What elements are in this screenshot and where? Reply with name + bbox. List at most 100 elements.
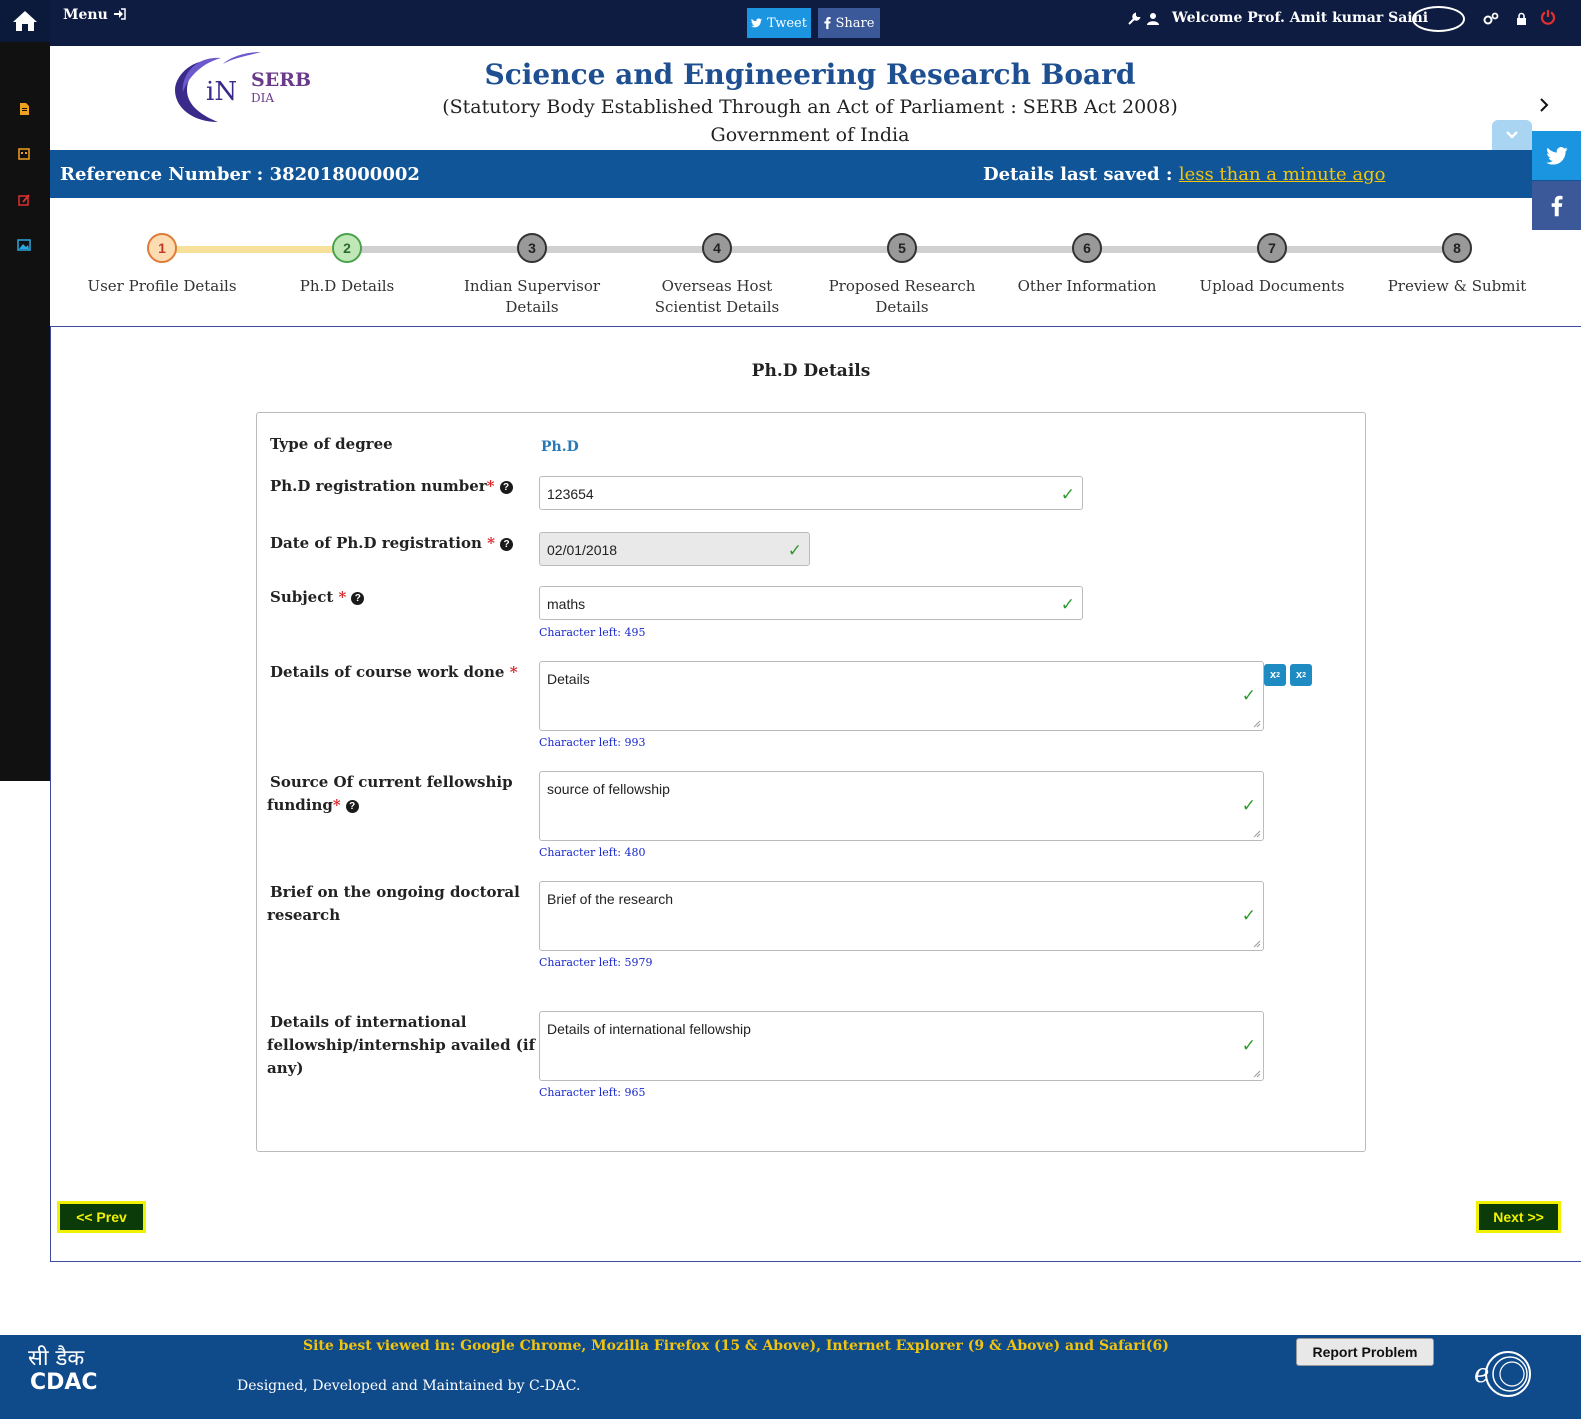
report-problem-button[interactable]: Report Problem (1296, 1338, 1434, 1366)
step-4-label[interactable]: Overseas Host Scientist Details (627, 276, 807, 318)
tweet-label: Tweet (767, 15, 807, 31)
reg-date-label-text: Date of Ph.D registration (270, 534, 482, 552)
funding-textarea[interactable]: source of fellowship ✓ (539, 771, 1264, 841)
reg-number-label: Ph.D registration number*? (270, 475, 513, 498)
reg-date-input[interactable]: 02/01/2018 ✓ (539, 532, 810, 566)
image-icon[interactable] (17, 238, 31, 252)
facebook-icon (823, 17, 831, 29)
step-6-circle[interactable]: 6 (1072, 233, 1102, 263)
calendar-icon[interactable] (17, 147, 31, 161)
home-icon (13, 11, 37, 31)
step-2-label[interactable]: Ph.D Details (257, 276, 437, 297)
resize-handle-icon[interactable] (1253, 830, 1261, 838)
funding-value: source of fellowship (547, 781, 670, 797)
subscript-button[interactable]: x2 (1264, 664, 1286, 686)
step-8-circle[interactable]: 8 (1442, 233, 1472, 263)
help-icon[interactable]: ? (351, 591, 365, 605)
edit-icon[interactable] (17, 193, 31, 207)
eppms-logo[interactable]: e (1474, 1348, 1534, 1400)
floating-twitter-button[interactable] (1532, 131, 1581, 180)
help-icon[interactable]: ? (499, 480, 513, 494)
site-header: iN SERB DIA Science and Engineering Rese… (50, 46, 1581, 150)
site-subtitle-government: Government of India (710, 124, 910, 146)
twitter-icon (1545, 146, 1568, 165)
step-5-circle[interactable]: 5 (887, 233, 917, 263)
step-1-label[interactable]: User Profile Details (72, 276, 252, 297)
brief-label-line-1: Brief on the ongoing doctoral (270, 883, 520, 901)
reg-date-label: Date of Ph.D registration *? (270, 532, 513, 555)
site-title: Science and Engineering Research Board (484, 58, 1136, 91)
subject-input[interactable]: maths ✓ (539, 586, 1083, 620)
required-marker: * (332, 796, 341, 814)
step-6-label[interactable]: Other Information (997, 276, 1177, 297)
wrench-icon[interactable] (1127, 12, 1141, 26)
resize-handle-icon[interactable] (1253, 940, 1261, 948)
reference-number: Reference Number : 382018000002 (60, 164, 420, 185)
international-textarea[interactable]: Details of international fellowship ✓ (539, 1011, 1264, 1081)
resize-handle-icon[interactable] (1253, 720, 1261, 728)
brief-value: Brief of the research (547, 891, 674, 907)
valid-check-icon: ✓ (787, 541, 802, 561)
resize-handle-icon[interactable] (1253, 1070, 1261, 1078)
share-button[interactable]: Share (818, 8, 880, 38)
course-work-label-text: Details of course work done (270, 663, 505, 681)
main-content: Ph.D Details Type of degree Ph.D Ph.D re… (50, 326, 1581, 1262)
section-title: Ph.D Details (751, 361, 871, 381)
international-label: Details of international fellowship/inte… (267, 1011, 535, 1080)
course-work-value: Details (547, 671, 590, 687)
help-icon[interactable]: ? (345, 799, 359, 813)
power-icon[interactable] (1540, 9, 1556, 25)
document-icon[interactable] (17, 102, 31, 116)
subject-label: Subject *? (270, 586, 365, 609)
superscript-button[interactable]: x2 (1290, 664, 1312, 686)
course-work-textarea[interactable]: Details ✓ (539, 661, 1264, 731)
brief-label: Brief on the ongoing doctoral research (267, 881, 520, 927)
phd-details-form: Type of degree Ph.D Ph.D registration nu… (256, 412, 1366, 1152)
reg-number-input[interactable]: 123654 ✓ (539, 476, 1083, 510)
funding-label-line-2: funding*? (267, 794, 513, 817)
step-4-circle[interactable]: 4 (702, 233, 732, 263)
tweet-button[interactable]: Tweet (747, 8, 811, 38)
progress-steps: 1 User Profile Details 2 Ph.D Details 3 … (50, 198, 1581, 326)
valid-check-icon: ✓ (1241, 796, 1256, 816)
required-marker: * (487, 534, 495, 552)
collapse-toggle[interactable] (1492, 120, 1532, 150)
step-7-label[interactable]: Upload Documents (1182, 276, 1362, 297)
degree-type-label-text: Type of degree (270, 435, 393, 453)
last-saved-value[interactable]: less than a minute ago (1179, 164, 1386, 185)
settings-icon[interactable] (1483, 12, 1499, 26)
help-icon[interactable]: ? (500, 537, 513, 551)
required-marker: * (509, 663, 518, 681)
course-work-char-count: Character left: 993 (539, 736, 646, 749)
step-connector (162, 246, 347, 253)
subject-label-text: Subject (270, 588, 334, 606)
top-navbar: Menu Tweet Share Welcome Prof. Amit kuma… (50, 0, 1581, 46)
left-sidebar (0, 0, 50, 781)
step-5-label[interactable]: Proposed Research Details (812, 276, 992, 318)
designed-by-text: Designed, Developed and Maintained by C-… (237, 1378, 581, 1394)
step-3-circle[interactable]: 3 (517, 233, 547, 263)
cdac-logo-hindi: सी डैक (28, 1346, 85, 1371)
next-button[interactable]: Next >> (1476, 1201, 1561, 1233)
step-1-circle[interactable]: 1 (147, 233, 177, 263)
site-footer: सी डैक CDAC Site best viewed in: Google … (0, 1335, 1581, 1419)
prev-button[interactable]: << Prev (57, 1201, 146, 1233)
home-button[interactable] (0, 0, 50, 42)
degree-type-value: Ph.D (541, 439, 579, 455)
brief-textarea[interactable]: Brief of the research ✓ (539, 881, 1264, 951)
user-icon[interactable] (1147, 12, 1159, 26)
step-3-label[interactable]: Indian Supervisor Details (442, 276, 622, 318)
step-8-label[interactable]: Preview & Submit (1367, 276, 1547, 297)
valid-check-icon: ✓ (1241, 906, 1256, 926)
status-oval[interactable] (1412, 6, 1465, 32)
cdac-logo[interactable]: सी डैक CDAC (28, 1347, 98, 1395)
lock-icon[interactable] (1516, 12, 1527, 26)
valid-check-icon: ✓ (1241, 686, 1256, 706)
chevron-down-icon (1506, 131, 1518, 139)
menu-button[interactable]: Menu (63, 7, 126, 23)
cdac-logo-text: CDAC (30, 1370, 98, 1395)
chevron-right-icon[interactable] (1538, 96, 1550, 114)
step-2-circle[interactable]: 2 (332, 233, 362, 263)
international-label-line-3: any) (267, 1059, 304, 1077)
step-7-circle[interactable]: 7 (1257, 233, 1287, 263)
